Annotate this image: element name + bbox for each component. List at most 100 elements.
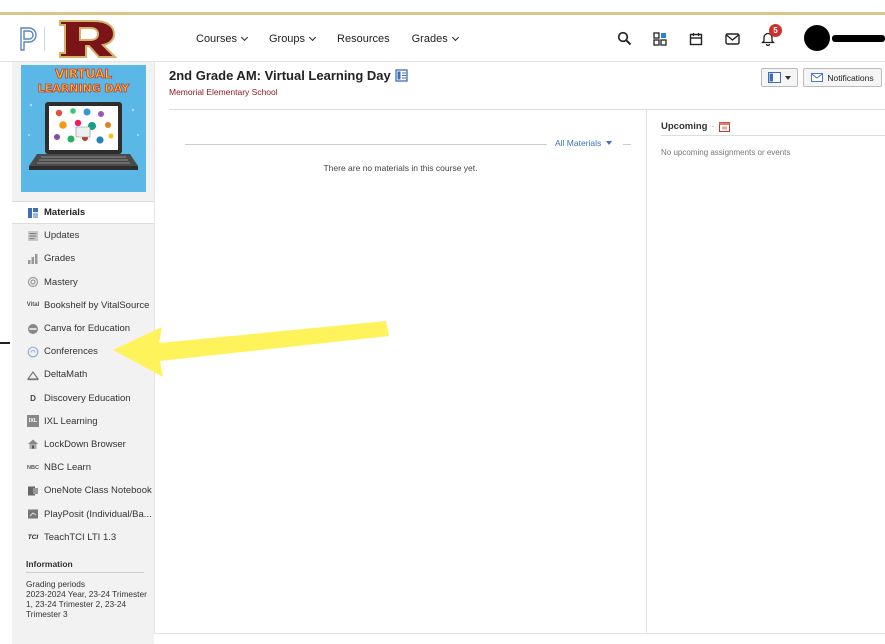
course-nav-list: Materials Updates Grades Mastery Vital B… [12,201,154,549]
course-title-text: 2nd Grade AM: Virtual Learning Day [169,68,391,83]
tci-icon: TCI [27,533,39,541]
calendar-icon[interactable] [718,121,730,132]
canva-icon [27,323,39,335]
upcoming-title-text: Upcoming [661,121,708,132]
nav-groups[interactable]: Groups [268,32,317,45]
filter-rule-left [185,144,547,145]
sidebar-item-label: DeltaMath [44,369,88,381]
chevron-down-icon [606,141,613,145]
course-options-button[interactable] [761,68,798,87]
chevron-down-icon [785,75,791,80]
chevron-down-icon [451,33,459,41]
sidebar-item-bookshelf[interactable]: Vital Bookshelf by VitalSource [12,294,154,317]
materials-filter-label: All Materials [555,138,602,148]
course-info-icon[interactable] [395,69,408,82]
nav-groups-label: Groups [268,32,306,45]
messages-button[interactable] [714,15,750,62]
sidebar-item-label: PlayPosit (Individual/Ba... [44,508,152,520]
sidebar-item-mastery[interactable]: Mastery [12,271,154,294]
sidebar-item-deltamath[interactable]: DeltaMath [12,363,154,386]
top-bar: Courses Groups Resources Grades 5 [0,15,885,62]
sidebar-item-label: TeachTCI LTI 1.3 [44,531,117,543]
sidebar-item-conferences[interactable]: Conferences [12,340,154,363]
ixl-icon: IXL [27,415,39,428]
sidebar-item-materials[interactable]: Materials [12,201,154,225]
school-logo-icon[interactable] [54,18,122,60]
virtual-learning-day-illustration: VIRTUAL LEARNING DAY [21,65,146,192]
sidebar-item-label: Bookshelf by VitalSource [44,299,150,311]
school-name[interactable]: Memorial Elementary School [169,87,278,97]
page-title: 2nd Grade AM: Virtual Learning Day [169,68,408,83]
grading-periods-info: Grading periods 2023-2024 Year, 23-24 Tr… [26,579,150,619]
nav-resources[interactable]: Resources [337,33,390,45]
sidebar-item-label: Grades [44,253,76,265]
edge-marker [0,342,10,344]
course-image-line2: LEARNING DAY [38,82,130,95]
upcoming-heading: Upcoming · [661,121,730,132]
sidebar-item-playposit[interactable]: PlayPosit (Individual/Ba... [12,502,154,525]
sidebar-item-nbc[interactable]: NBC NBC Learn [12,456,154,479]
notifications-settings-button[interactable]: Notifications [803,68,882,87]
platform-logo-icon[interactable] [18,25,40,53]
user-name-redacted[interactable] [832,35,885,42]
nav-courses[interactable]: Courses [196,32,249,45]
search-button[interactable] [606,15,642,62]
discovery-icon: D [30,393,36,403]
nav-resources-label: Resources [337,32,390,45]
onenote-icon [27,485,39,497]
sidebar-item-label: Updates [44,230,80,242]
empty-materials-message: There are no materials in this course ye… [323,163,478,173]
top-icons: 5 [606,15,786,62]
conferences-icon [27,346,39,358]
sidebar-item-onenote[interactable]: OneNote Class Notebook [12,479,154,502]
upcoming-empty-message: No upcoming assignments or events [661,148,791,157]
upcoming-divider [661,135,885,136]
nbc-icon: NBC [27,464,39,471]
filter-rule-right [623,144,631,145]
sidebar-item-discovery[interactable]: D Discovery Education [12,387,154,410]
schoology-course-page: Courses Groups Resources Grades 5 VIRTUA… [0,0,885,644]
chevron-down-icon [309,33,317,41]
deltamath-icon [27,369,39,381]
notifications-button-label: Notifications [827,72,874,83]
top-nav: Courses Groups Resources Grades [196,15,459,62]
calendar-button[interactable] [678,15,714,62]
sidebar-item-lockdown[interactable]: LockDown Browser [12,433,154,456]
avatar[interactable] [804,25,830,51]
materials-filter-dropdown[interactable]: All Materials [555,138,613,148]
chevron-down-icon [240,33,249,41]
sidebar-item-label: IXL Learning [44,415,98,427]
course-image: VIRTUAL LEARNING DAY [21,65,146,192]
header-divider [169,109,885,110]
main-content: 2nd Grade AM: Virtual Learning Day Memor… [154,62,885,634]
apps-icon [653,31,667,46]
layout-icon [768,72,781,83]
sidebar-item-label: Mastery [44,276,78,288]
sidebar-item-label: Discovery Education [44,392,131,404]
column-divider [646,110,647,634]
sidebar-item-canva[interactable]: Canva for Education [12,317,154,340]
course-image-line1: VIRTUAL [55,67,112,81]
apps-button[interactable] [642,15,678,62]
nav-grades[interactable]: Grades [412,33,459,45]
mastery-icon [27,276,39,288]
information-heading: Information [26,559,73,569]
mail-icon [724,32,740,45]
nav-courses-label: Courses [196,32,237,45]
sidebar-item-grades[interactable]: Grades [12,247,154,270]
vitalsource-icon: Vital [26,302,40,309]
sidebar-item-teachtci[interactable]: TCI TeachTCI LTI 1.3 [12,526,154,549]
grades-icon [27,253,39,265]
sidebar-item-updates[interactable]: Updates [12,224,154,247]
sidebar-item-label: OneNote Class Notebook [44,485,152,497]
sidebar-item-label: LockDown Browser [44,438,126,450]
notifications-button[interactable]: 5 [750,15,786,62]
notification-count-badge: 5 [769,24,782,37]
mail-icon [811,73,824,82]
course-sidebar: VIRTUAL LEARNING DAY Materials Updates G… [12,62,154,644]
sidebar-item-ixl[interactable]: IXL IXL Learning [12,410,154,433]
upcoming-separator: · [711,121,715,132]
updates-icon [27,230,39,242]
information-divider [26,572,144,573]
search-icon [617,31,631,46]
